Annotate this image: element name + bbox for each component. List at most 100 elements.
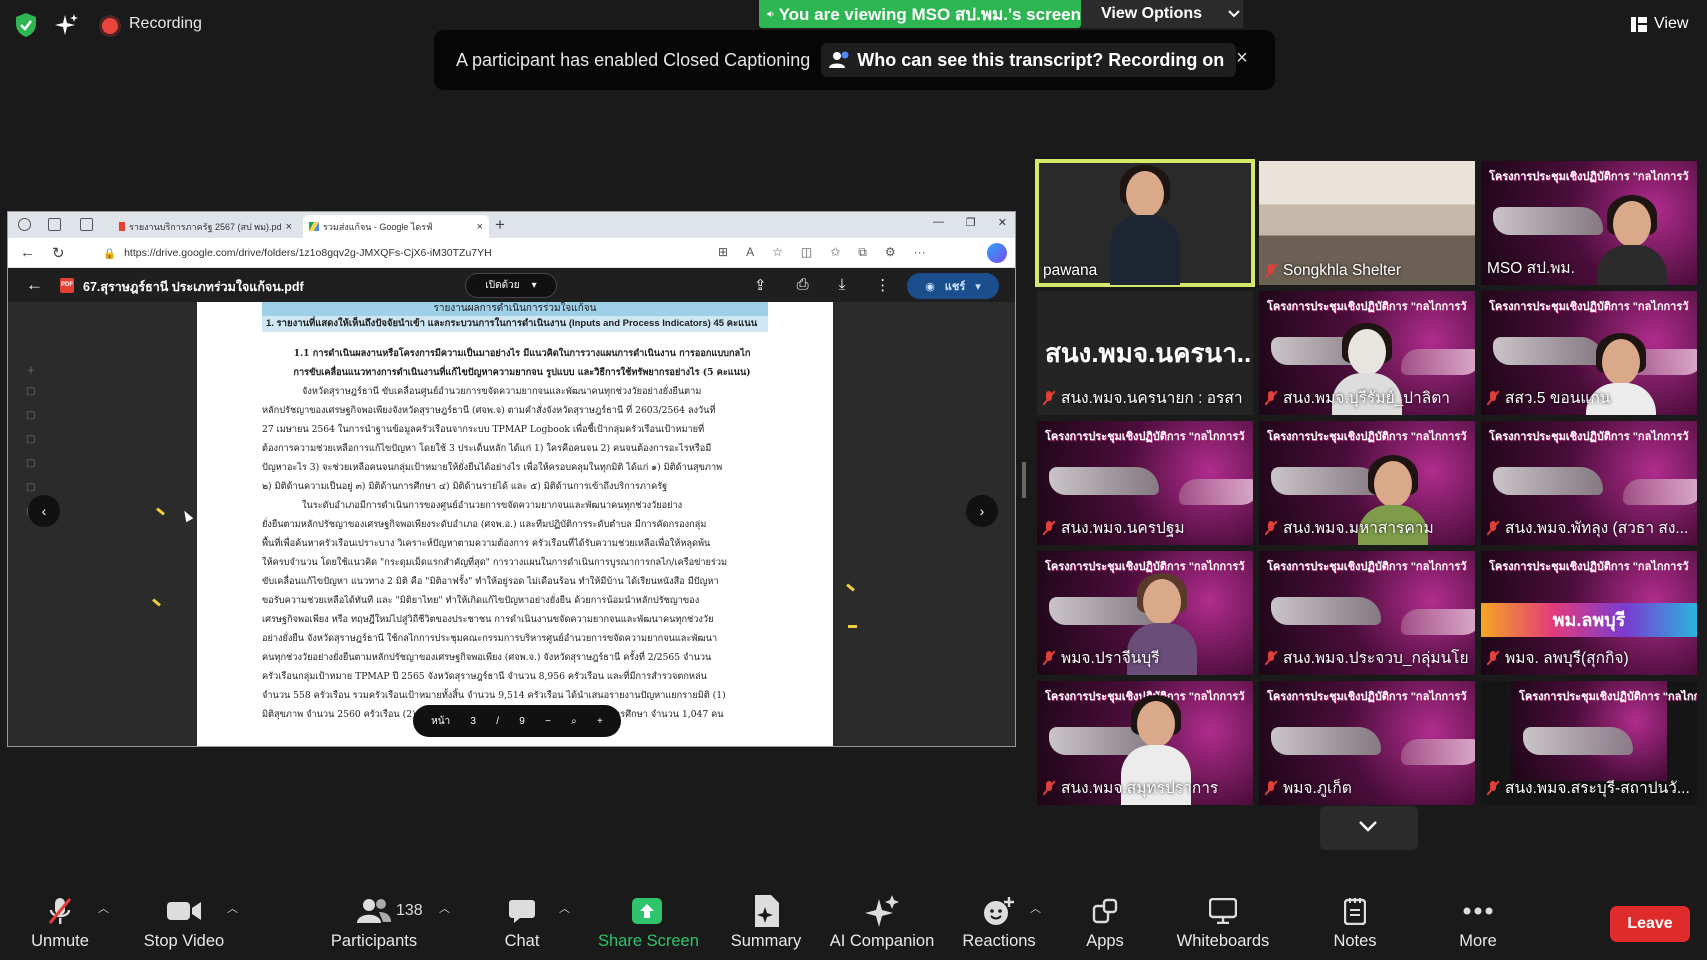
more-vert-icon[interactable]: ⋮ xyxy=(875,276,890,294)
participant-tile[interactable]: โครงการประชุมเชิงปฏิบัติการ "กลไกการวัดผ… xyxy=(1259,681,1475,805)
ai-sparkle-icon[interactable] xyxy=(55,13,79,37)
chat-button[interactable]: Chat xyxy=(500,894,544,956)
favorites-icon[interactable]: ✩ xyxy=(830,245,840,260)
dropdown-arrow-icon: ▾ xyxy=(531,280,537,291)
text-line: ยั่งยืนตามหลักปรัชญาของเศรษฐกิจพอเพียงระ… xyxy=(262,519,707,530)
participant-tile[interactable]: โครงการประชุมเชิงปฏิบัติการ "กลไกการวัดผ… xyxy=(1481,161,1697,285)
mic-off-icon xyxy=(1487,650,1499,666)
reactions-options-caret-icon[interactable]: ︿ xyxy=(1030,900,1041,916)
back-icon[interactable]: ← xyxy=(20,244,35,261)
close-tab-icon[interactable]: × xyxy=(286,221,292,233)
participants-options-caret-icon[interactable]: ︿ xyxy=(439,900,450,916)
participant-name: pawana xyxy=(1043,262,1098,279)
previous-file-icon[interactable]: ‹ xyxy=(28,495,60,527)
participants-button[interactable]: Participants xyxy=(331,894,417,956)
back-arrow-icon[interactable]: ← xyxy=(26,275,43,295)
more-dots-icon[interactable]: ··· xyxy=(914,245,926,260)
profile-icon[interactable] xyxy=(18,218,31,231)
recording-label[interactable]: Recording xyxy=(129,15,202,33)
ai-companion-label: AI Companion xyxy=(829,932,935,950)
participant-tile[interactable]: โครงการประชุมเชิงปฏิบัติการ "กลไกการวัดผ… xyxy=(1259,551,1475,675)
minimize-icon[interactable]: — xyxy=(933,216,944,229)
add-shortcut-icon[interactable]: ⇪ xyxy=(754,276,767,294)
whiteboards-button[interactable]: Whiteboards xyxy=(1174,894,1272,956)
pdf-filename: 67.สุราษฎร์ธานี ประเภทร่วมใจแก้จน.pdf xyxy=(83,280,304,294)
video-options-caret-icon[interactable]: ︿ xyxy=(227,900,238,916)
mic-off-icon xyxy=(1043,650,1055,666)
participant-tile[interactable]: โครงการประชุมเชิงปฏิบัติการ "กลไกการวัดผ… xyxy=(1259,291,1475,415)
share-button[interactable]: ◉ แชร์ ▾ xyxy=(907,273,999,299)
url-field[interactable]: 🔒 https://drive.google.com/drive/folders… xyxy=(103,243,663,263)
participant-tile[interactable]: โครงการประชุมเชิงปฏิบัติการ "กลไกการวัดผ… xyxy=(1037,681,1253,805)
favorite-star-icon[interactable]: ☆ xyxy=(772,245,783,260)
audio-options-caret-icon[interactable]: ︿ xyxy=(98,900,109,916)
share-screen-button[interactable]: Share Screen xyxy=(598,894,699,956)
gallery-next-page-button[interactable] xyxy=(1320,806,1418,850)
chat-options-caret-icon[interactable]: ︿ xyxy=(559,900,570,916)
new-tab-icon[interactable]: + xyxy=(495,215,505,235)
download-icon[interactable]: ⤓ xyxy=(839,276,846,294)
participant-tile[interactable]: pawana xyxy=(1035,159,1255,287)
apps-button[interactable]: Apps xyxy=(1081,894,1129,956)
zoom-icon[interactable]: ⌕ xyxy=(571,716,577,727)
participant-tile[interactable]: สนง.พมจ.นครนา... สนง.พมจ.นครนายก : อรสา xyxy=(1037,291,1253,415)
zoom-in-icon[interactable]: + xyxy=(597,716,603,727)
extensions-icon[interactable]: ⚙ xyxy=(885,245,896,260)
shield-check-icon[interactable] xyxy=(14,12,38,38)
page-label: หน้า xyxy=(431,715,451,727)
annotation-mark xyxy=(848,625,857,628)
participant-tile[interactable]: โครงการประชุมเชิงปฏิบัติการ "กลไกการวัดผ… xyxy=(1481,551,1697,675)
text-line: ขอรับความช่วยเหลือได้ทันที และ "มิติยาไท… xyxy=(262,595,700,606)
print-icon[interactable]: ⎙ xyxy=(797,276,809,294)
apps-label: Apps xyxy=(1086,932,1124,950)
more-label: More xyxy=(1459,932,1497,950)
next-file-icon[interactable]: › xyxy=(966,495,998,527)
open-with-button[interactable]: เปิดด้วย ▾ xyxy=(465,273,557,298)
leave-button[interactable]: Leave xyxy=(1610,906,1690,942)
close-tab-icon[interactable]: × xyxy=(477,221,483,233)
resize-handle[interactable] xyxy=(1022,462,1026,498)
chat-label: Chat xyxy=(504,932,540,950)
text-line: 1.1 การดำเนินผลงานหรือโครงการมีความเป็นม… xyxy=(293,348,751,359)
collections-icon[interactable]: ⧉ xyxy=(858,245,867,260)
tab-actions-icon[interactable] xyxy=(80,218,93,231)
close-icon[interactable]: × xyxy=(1231,47,1253,69)
participant-tile[interactable]: โครงการประชุมเชิงปฏิบัติการ "กลไกการวัดผ… xyxy=(1259,421,1475,545)
read-aloud-icon[interactable]: A xyxy=(746,245,754,260)
transcript-visibility-button[interactable]: Who can see this transcript? Recording o… xyxy=(821,43,1237,77)
mic-off-icon xyxy=(1265,520,1277,536)
window-close-icon[interactable]: ✕ xyxy=(998,216,1007,229)
participant-tile[interactable]: โครงการประชุมเชิงปฏิบัติการ "กลไกการวัดผ… xyxy=(1481,681,1697,805)
ai-companion-button[interactable]: AI Companion xyxy=(828,894,936,956)
summary-button[interactable]: Summary xyxy=(726,894,806,956)
grid-view-icon xyxy=(1631,16,1647,32)
apps-grid-icon[interactable]: ⊞ xyxy=(718,245,728,260)
participant-tile[interactable]: โครงการประชุมเชิงปฏิบัติการ "กลไกการวัดผ… xyxy=(1481,291,1697,415)
zoom-out-icon[interactable]: − xyxy=(545,716,551,727)
text-line: คนทุกช่วงวัยอย่างยั่งยืนตามหลักปรัชญาของ… xyxy=(262,652,712,663)
refresh-icon[interactable]: ↻ xyxy=(52,244,65,262)
stop-video-button[interactable]: Stop Video xyxy=(138,894,230,956)
stop-video-label: Stop Video xyxy=(143,932,225,950)
browser-tab-pdf[interactable]: รายงานบริการภาครัฐ 2567 (สป พม).pd × xyxy=(113,215,298,238)
unmute-button[interactable]: Unmute xyxy=(24,894,96,956)
browser-tab-drive[interactable]: รวมส่งแก้จน - Google ไดรฟ์ × xyxy=(303,215,489,238)
mic-off-icon xyxy=(1265,390,1277,406)
split-screen-icon[interactable]: ◫ xyxy=(801,245,812,260)
collections-icon[interactable] xyxy=(48,218,61,231)
mic-off-icon xyxy=(1265,780,1277,796)
notes-button[interactable]: Notes xyxy=(1328,894,1382,956)
participant-tile[interactable]: โครงการประชุมเชิงปฏิบัติการ "กลไกการวัดผ… xyxy=(1481,421,1697,545)
chevron-down-icon xyxy=(1359,821,1377,832)
view-options-button[interactable]: View Options xyxy=(1081,0,1243,28)
recording-icon[interactable] xyxy=(102,18,118,34)
restore-icon[interactable]: ❐ xyxy=(966,216,976,229)
view-button[interactable]: View xyxy=(1631,15,1688,33)
reactions-button[interactable]: Reactions xyxy=(960,894,1038,956)
participant-tile[interactable]: โครงการประชุมเชิงปฏิบัติการ "กลไกการวัดผ… xyxy=(1037,421,1253,545)
more-button[interactable]: More xyxy=(1456,894,1500,956)
participant-tile[interactable]: โครงการประชุมเชิงปฏิบัติการ "กลไกการวัดผ… xyxy=(1037,551,1253,675)
participant-tile[interactable]: Songkhla Shelter xyxy=(1259,161,1475,285)
current-page[interactable]: 3 xyxy=(470,716,476,727)
copilot-icon[interactable] xyxy=(987,243,1007,263)
